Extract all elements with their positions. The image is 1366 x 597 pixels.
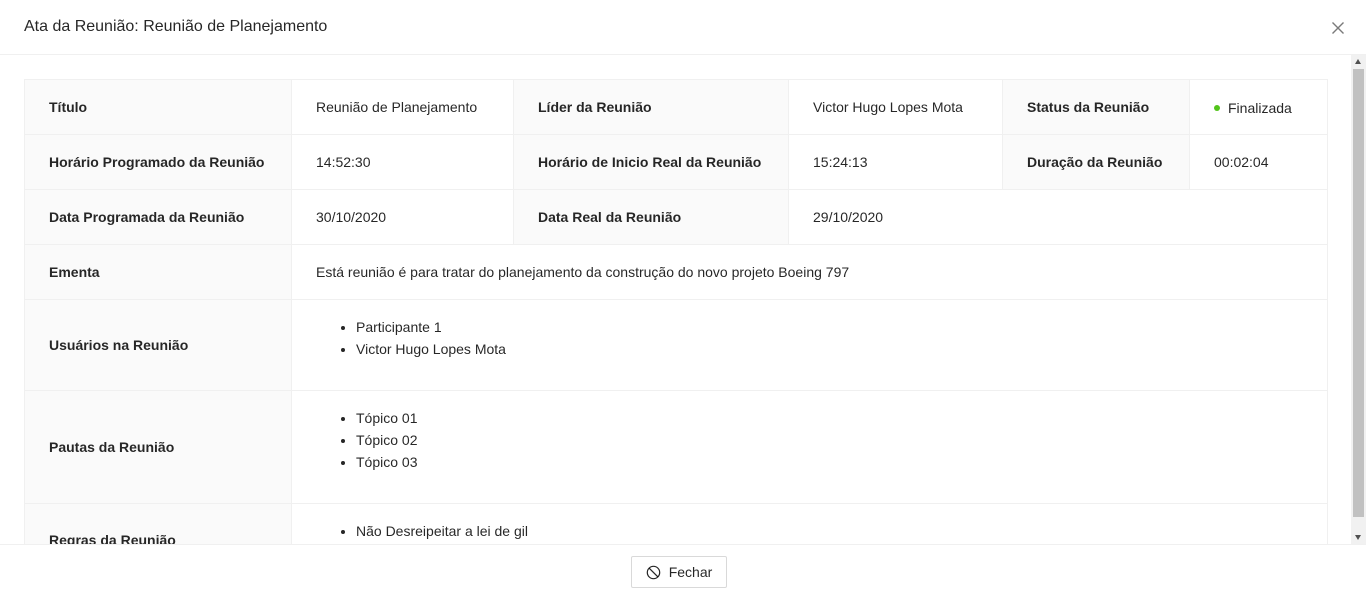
pautas-label: Pautas da Reunião	[24, 390, 292, 504]
data-programada-value: 30/10/2020	[291, 189, 514, 245]
list-item: Participante 1	[356, 316, 1303, 338]
regras-label: Regras da Reunião	[24, 503, 292, 544]
table-row: Pautas da Reunião Tópico 01 Tópico 02 Tó…	[24, 390, 1328, 504]
data-real-value: 29/10/2020	[788, 189, 1328, 245]
lider-label: Líder da Reunião	[513, 79, 789, 135]
regras-list: Não Desreipeitar a lei de gil	[316, 520, 1303, 542]
horario-programado-value: 14:52:30	[291, 134, 514, 190]
status-value: Finalizada	[1228, 100, 1292, 116]
status-cell: Finalizada	[1189, 79, 1328, 135]
pautas-list: Tópico 01 Tópico 02 Tópico 03	[316, 407, 1303, 473]
fechar-label: Fechar	[668, 564, 713, 580]
ementa-value: Está reunião é para tratar do planejamen…	[291, 244, 1328, 300]
ementa-label: Ementa	[24, 244, 292, 300]
list-item: Victor Hugo Lopes Mota	[356, 338, 1303, 360]
pautas-cell: Tópico 01 Tópico 02 Tópico 03	[291, 390, 1328, 504]
lider-value: Victor Hugo Lopes Mota	[788, 79, 1003, 135]
status-label: Status da Reunião	[1002, 79, 1190, 135]
list-item: Não Desreipeitar a lei de gil	[356, 520, 1303, 542]
horario-programado-label: Horário Programado da Reunião	[24, 134, 292, 190]
scrollbar-thumb[interactable]	[1353, 69, 1364, 517]
vertical-scrollbar[interactable]	[1351, 55, 1366, 544]
scroll-down-icon[interactable]	[1355, 535, 1361, 540]
table-row: Usuários na Reunião Participante 1 Victo…	[24, 299, 1328, 391]
list-item: Tópico 03	[356, 451, 1303, 473]
meeting-details-table: Título Reunião de Planejamento Líder da …	[24, 79, 1328, 544]
usuarios-cell: Participante 1 Victor Hugo Lopes Mota	[291, 299, 1328, 391]
table-row: Data Programada da Reunião 30/10/2020 Da…	[24, 189, 1328, 245]
table-row: Ementa Está reunião é para tratar do pla…	[24, 244, 1328, 300]
horario-real-value: 15:24:13	[788, 134, 1003, 190]
table-row: Horário Programado da Reunião 14:52:30 H…	[24, 134, 1328, 190]
status-badge: Finalizada	[1214, 97, 1292, 119]
usuarios-label: Usuários na Reunião	[24, 299, 292, 391]
table-row: Regras da Reunião Não Desreipeitar a lei…	[24, 503, 1328, 544]
close-icon	[1332, 22, 1344, 34]
usuarios-list: Participante 1 Victor Hugo Lopes Mota	[316, 316, 1303, 360]
modal-footer: Fechar	[0, 544, 1366, 597]
regras-cell: Não Desreipeitar a lei de gil	[291, 503, 1328, 544]
data-real-label: Data Real da Reunião	[513, 189, 789, 245]
modal-header: Ata da Reunião: Reunião de Planejamento	[0, 0, 1366, 55]
modal-body: Título Reunião de Planejamento Líder da …	[0, 55, 1351, 544]
titulo-label: Título	[24, 79, 292, 135]
scroll-up-icon[interactable]	[1355, 59, 1361, 64]
horario-real-label: Horário de Inicio Real da Reunião	[513, 134, 789, 190]
fechar-button[interactable]: Fechar	[631, 556, 727, 588]
duracao-value: 00:02:04	[1189, 134, 1328, 190]
status-dot-icon	[1214, 105, 1220, 111]
list-item: Tópico 01	[356, 407, 1303, 429]
modal-title: Ata da Reunião: Reunião de Planejamento	[24, 18, 328, 35]
table-row: Título Reunião de Planejamento Líder da …	[24, 79, 1328, 135]
modal-close-button[interactable]	[1327, 17, 1349, 39]
stop-icon	[646, 565, 661, 580]
titulo-value: Reunião de Planejamento	[291, 79, 514, 135]
duracao-label: Duração da Reunião	[1002, 134, 1190, 190]
list-item: Tópico 02	[356, 429, 1303, 451]
data-programada-label: Data Programada da Reunião	[24, 189, 292, 245]
